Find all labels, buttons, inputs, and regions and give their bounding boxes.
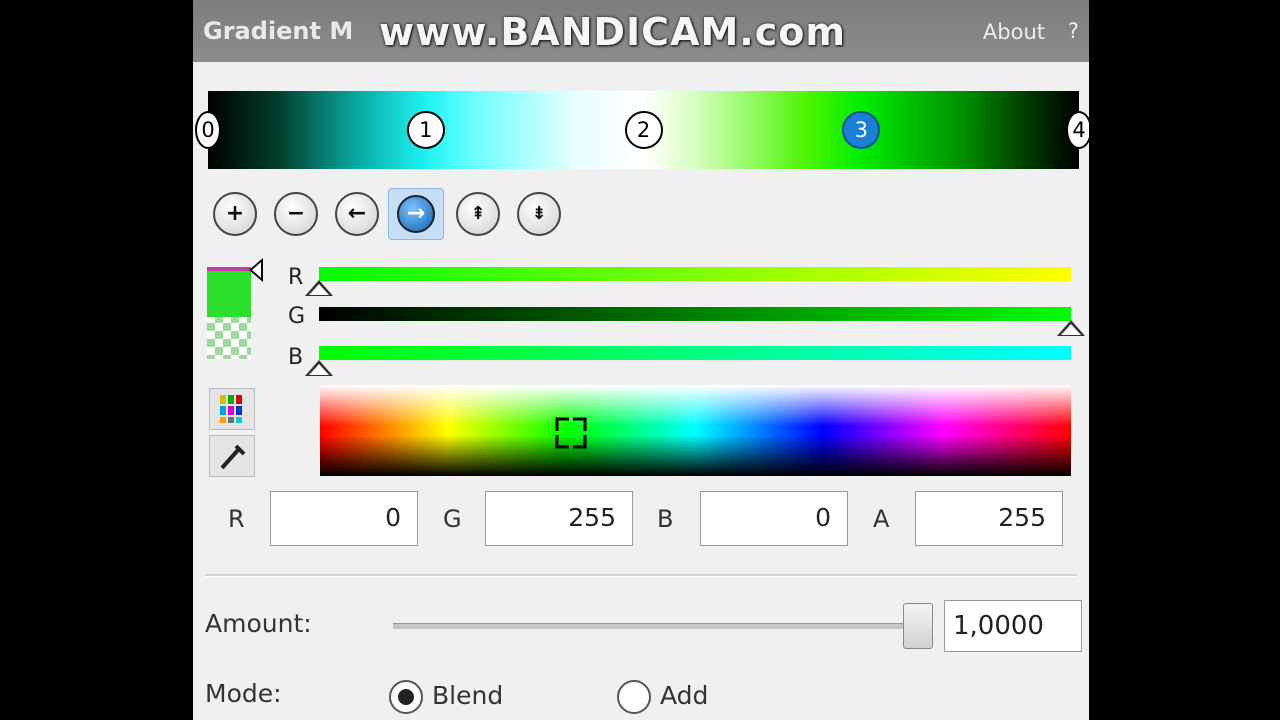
gradient-stop-3[interactable]: 3: [842, 111, 881, 149]
hash-up-icon: ⇞: [470, 203, 486, 224]
sort-down-button[interactable]: ⇟: [517, 192, 561, 236]
mode-blend-label[interactable]: Blend: [432, 681, 503, 710]
mode-label: Mode:: [205, 679, 282, 708]
eyedropper-icon: [220, 444, 246, 470]
crosshair-icon: [553, 415, 589, 457]
plus-icon: +: [225, 201, 245, 226]
mode-blend-radio[interactable]: [389, 680, 423, 714]
a-value-input[interactable]: 255: [915, 491, 1063, 546]
gradient-preview-bar[interactable]: 0 1 2 3 4: [195, 91, 1089, 169]
watermark: www.BANDICAM.com: [379, 10, 846, 54]
mode-add-radio[interactable]: [617, 680, 651, 714]
minus-icon: −: [286, 201, 306, 226]
arrow-right-icon: →: [397, 195, 435, 233]
move-stop-right-button[interactable]: →: [388, 188, 444, 240]
arrow-left-icon: ←: [347, 201, 367, 226]
add-stop-button[interactable]: +: [213, 192, 257, 236]
help-link[interactable]: ?: [1068, 19, 1079, 43]
r-value-label: R: [228, 505, 245, 533]
blue-channel-handle[interactable]: [305, 360, 333, 376]
green-channel-slider[interactable]: [319, 307, 1071, 321]
palette-icon: [220, 395, 242, 423]
swatch-pointer-icon: [249, 258, 263, 282]
red-channel-handle[interactable]: [305, 280, 333, 296]
gradient-map-panel: Gradient M www.BANDICAM.com About ? 0 1 2 3…: [193, 0, 1089, 720]
blue-channel-label: B: [288, 345, 304, 370]
about-link[interactable]: About: [983, 20, 1045, 44]
palette-button[interactable]: [209, 388, 255, 430]
color-spectrum-picker[interactable]: [320, 385, 1071, 476]
r-value-input[interactable]: 0: [270, 491, 418, 546]
green-channel-label: G: [288, 304, 306, 329]
g-value-input[interactable]: 255: [485, 491, 633, 546]
eyedropper-button[interactable]: [209, 435, 255, 477]
gradient-stop-0[interactable]: 0: [195, 111, 221, 149]
remove-stop-button[interactable]: −: [274, 192, 318, 236]
move-stop-left-button[interactable]: ←: [335, 192, 379, 236]
amount-input[interactable]: 1,0000: [944, 600, 1082, 652]
mode-add-label[interactable]: Add: [660, 681, 708, 710]
g-value-label: G: [443, 505, 462, 533]
divider: [205, 574, 1077, 577]
amount-slider-thumb[interactable]: [903, 603, 933, 649]
blue-channel-slider[interactable]: [319, 346, 1071, 360]
a-value-label: A: [873, 505, 890, 533]
gradient-stop-4[interactable]: 4: [1066, 111, 1089, 149]
sort-up-button[interactable]: ⇞: [456, 192, 500, 236]
green-channel-handle[interactable]: [1057, 320, 1085, 336]
b-value-input[interactable]: 0: [700, 491, 848, 546]
current-color-fill: [207, 267, 251, 317]
gradient-stop-1[interactable]: 1: [406, 111, 445, 149]
b-value-label: B: [657, 505, 674, 533]
hash-down-icon: ⇟: [531, 203, 547, 224]
gradient-stop-2[interactable]: 2: [624, 111, 663, 149]
red-channel-label: R: [288, 265, 304, 290]
red-channel-slider[interactable]: [319, 267, 1071, 281]
window-title: Gradient M: [203, 17, 354, 45]
amount-slider-track[interactable]: [393, 623, 928, 629]
title-bar: Gradient M www.BANDICAM.com About ?: [193, 0, 1089, 62]
amount-label: Amount:: [205, 609, 312, 638]
